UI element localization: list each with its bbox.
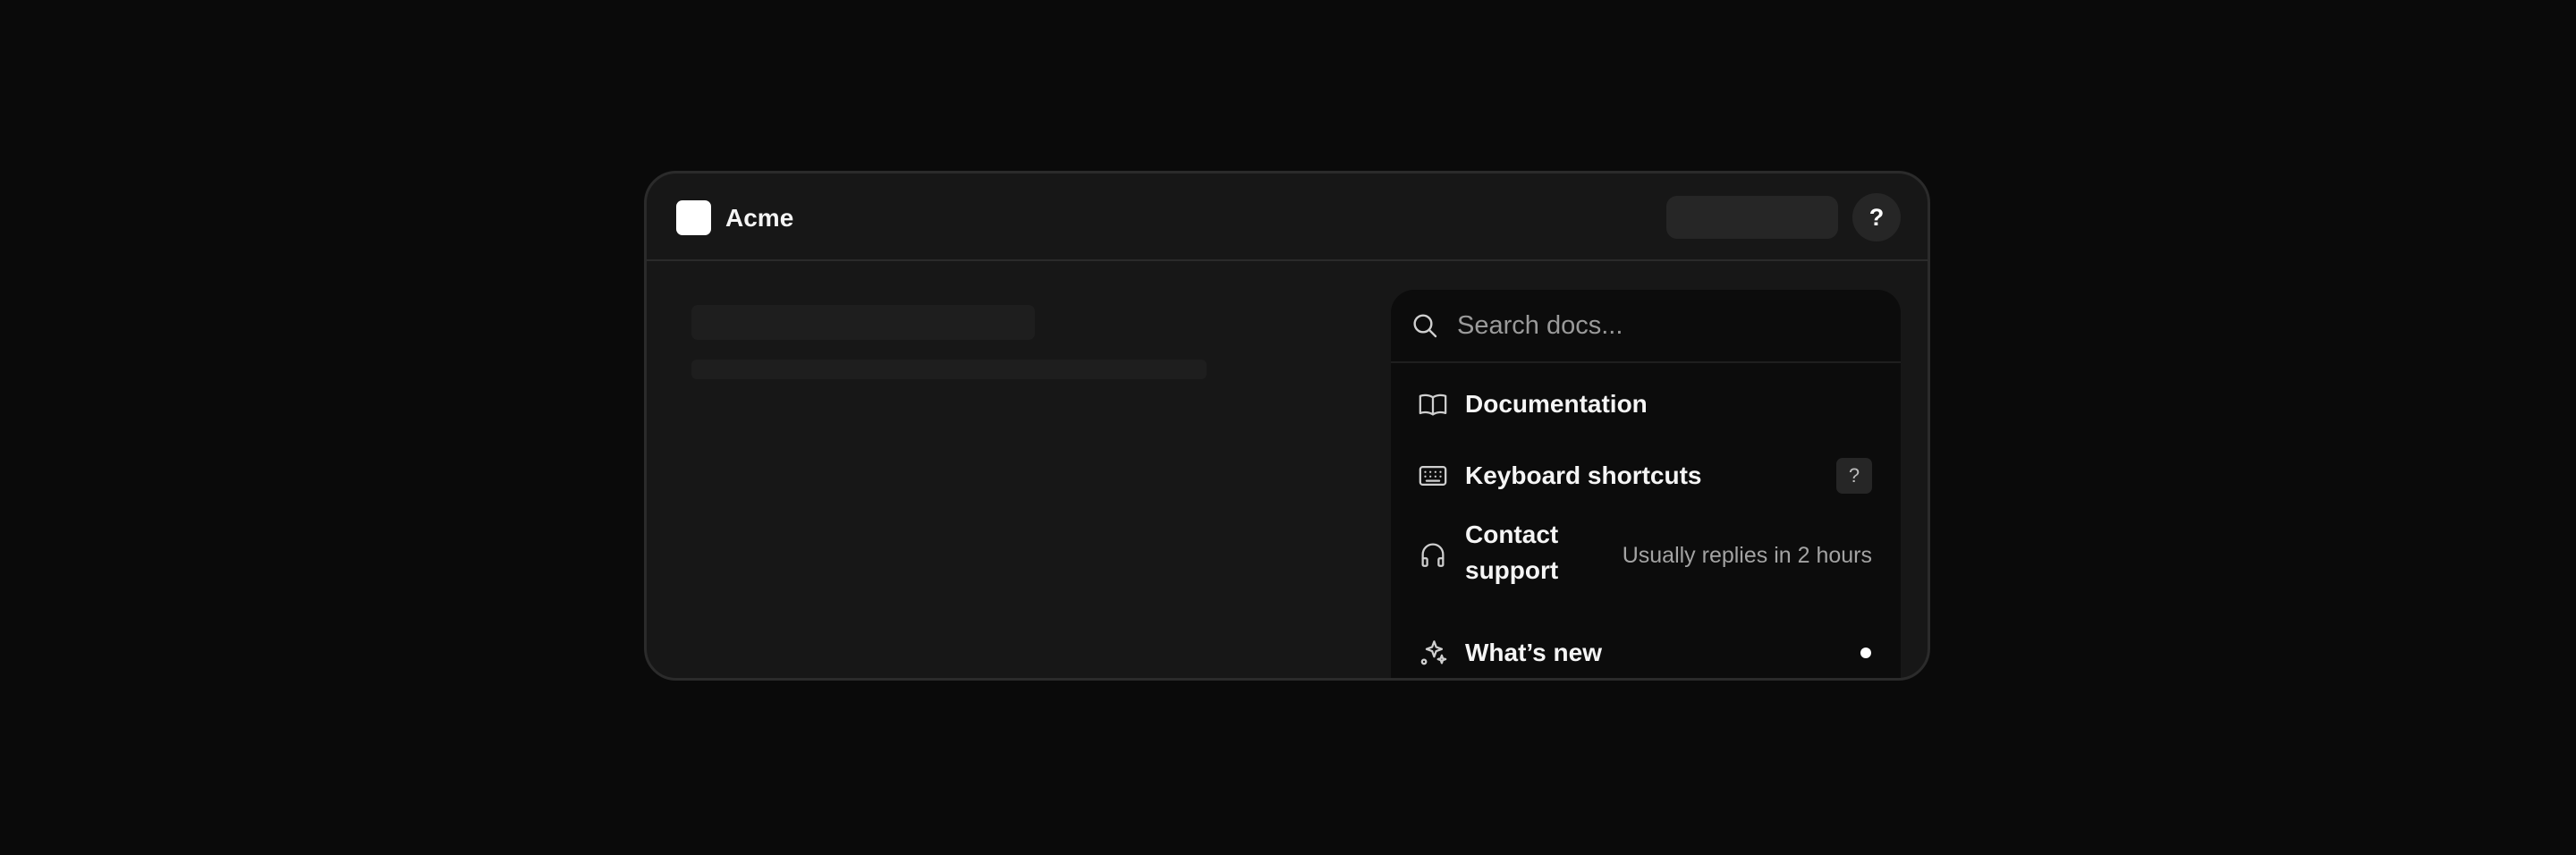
app-window: Acme ? Documentation <box>644 171 1930 681</box>
search-input[interactable] <box>1457 306 1877 345</box>
menu-item-documentation[interactable]: Documentation <box>1391 377 1901 431</box>
shortcut-badge: ? <box>1836 458 1872 494</box>
search-row <box>1391 290 1901 363</box>
keyboard-icon <box>1419 465 1447 487</box>
sparkles-icon <box>1420 640 1447 665</box>
menu-item-keyboard-shortcuts[interactable]: Keyboard shortcuts ? <box>1391 449 1901 503</box>
menu-item-label: Keyboard shortcuts <box>1465 461 1702 489</box>
header-placeholder-pill <box>1666 196 1838 239</box>
help-popover: Documentation Keyboard shortcuts ? <box>1391 290 1901 678</box>
menu-item-label-line2: support <box>1465 556 1559 584</box>
skeleton-line <box>691 360 1207 379</box>
help-button[interactable]: ? <box>1852 193 1901 241</box>
menu-item-whats-new[interactable]: What’s new <box>1391 626 1901 678</box>
menu-item-contact-support[interactable]: Contact support Usually replies in 2 hou… <box>1391 515 1901 594</box>
unread-dot <box>1860 648 1871 658</box>
book-icon <box>1419 394 1447 416</box>
menu-item-label: What’s new <box>1465 639 1602 666</box>
skeleton-title <box>691 305 1035 340</box>
menu-item-label: Contact support <box>1465 517 1558 588</box>
reply-time-text: Usually replies in 2 hours <box>1622 543 1872 568</box>
search-icon <box>1413 314 1437 338</box>
headphones-icon <box>1421 543 1445 567</box>
app-name: Acme <box>725 204 794 232</box>
menu-item-label: Documentation <box>1465 390 1648 418</box>
app-header: Acme ? <box>647 174 1928 261</box>
menu-item-label-line1: Contact <box>1465 521 1559 548</box>
logo-icon <box>676 200 711 235</box>
